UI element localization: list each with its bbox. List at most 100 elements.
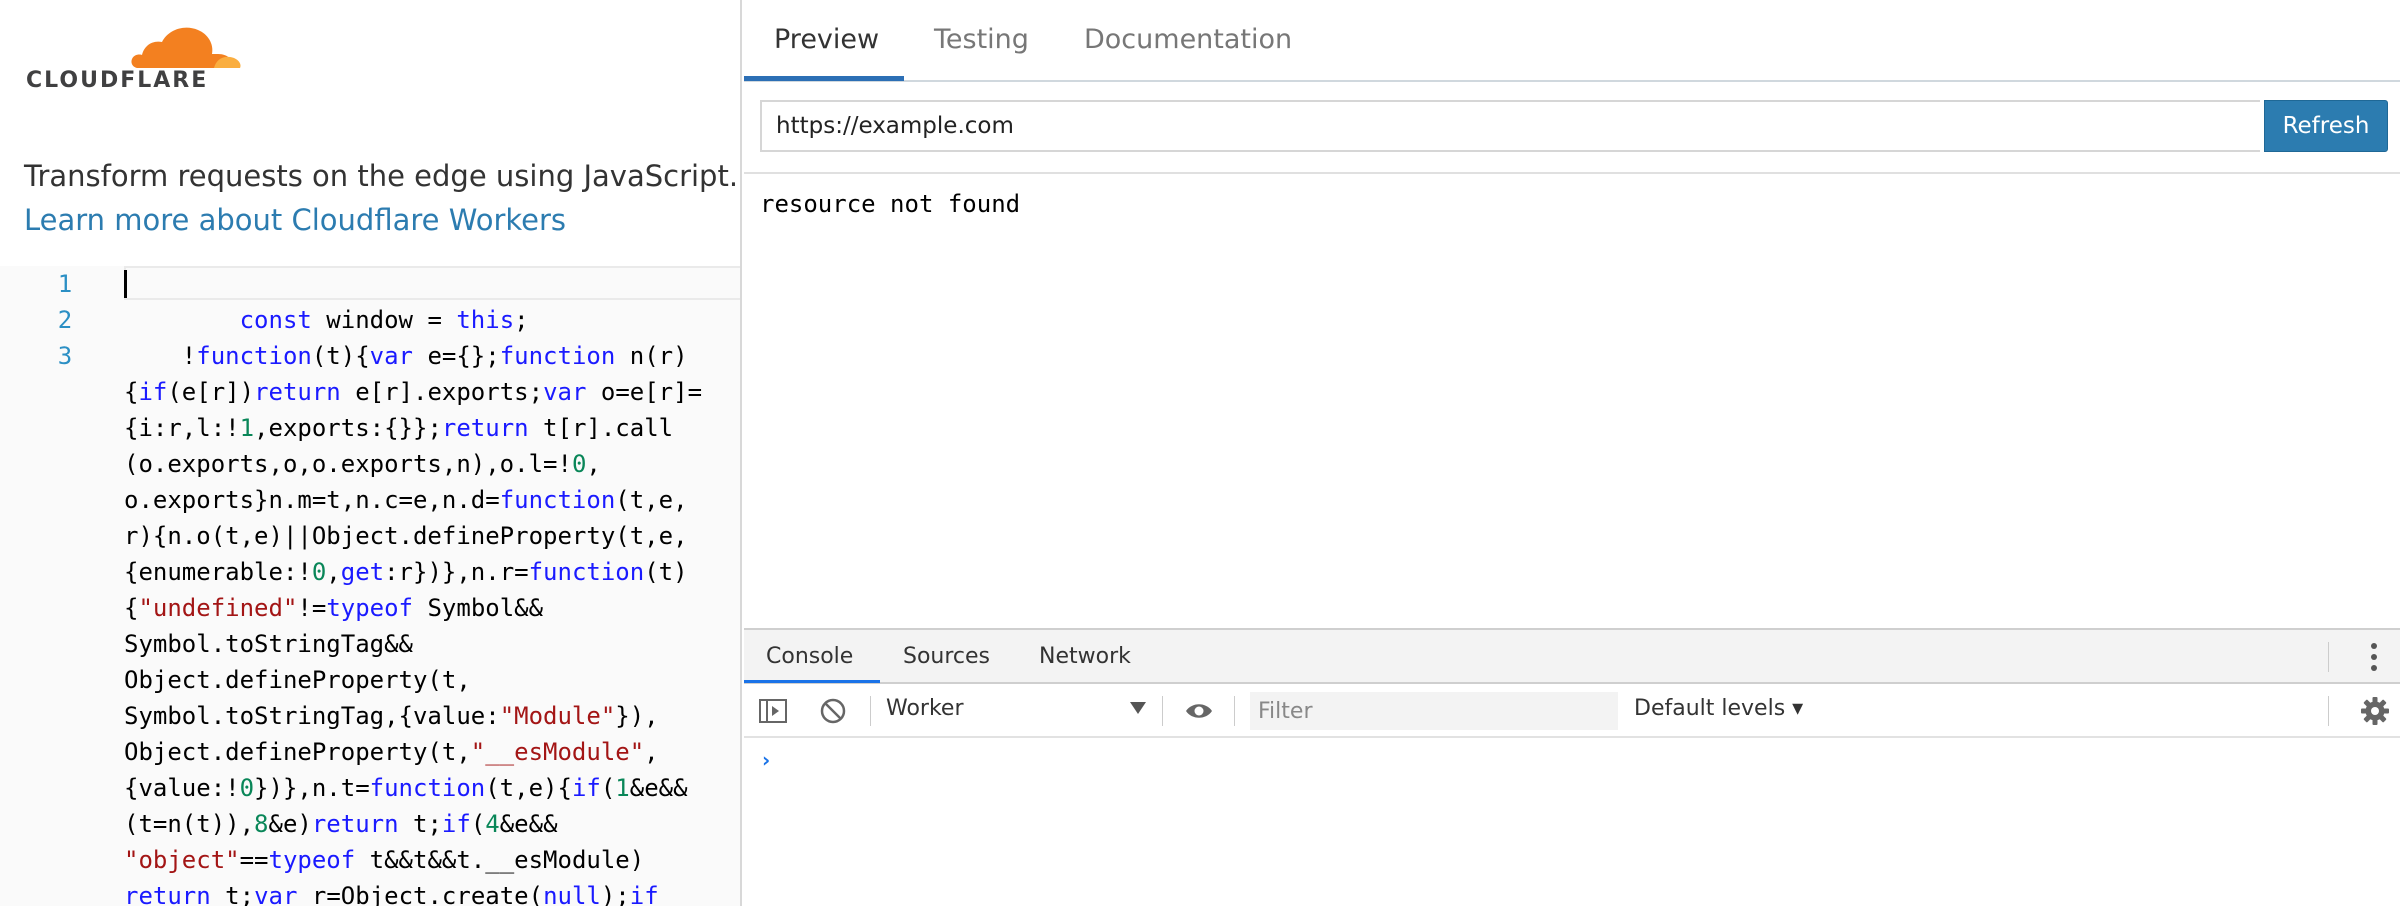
tab-testing[interactable]: Testing — [934, 24, 1029, 55]
code-token: (t) — [644, 558, 688, 586]
code-token: function — [369, 774, 486, 802]
refresh-button[interactable]: Refresh — [2264, 100, 2388, 152]
log-levels-dropdown[interactable]: Default levels ▾ — [1634, 696, 1803, 721]
code-token: 1 — [615, 774, 630, 802]
tab-documentation[interactable]: Documentation — [1084, 24, 1292, 55]
code-content[interactable]: const window = this; !function(t){var e=… — [124, 266, 740, 906]
divider — [2328, 642, 2329, 672]
code-token: ( — [600, 774, 616, 802]
eye-icon[interactable] — [1184, 696, 1214, 726]
code-token: null — [543, 882, 601, 906]
code-token: window = — [311, 306, 457, 334]
code-token: Symbol&& — [413, 594, 544, 622]
code-token: ); — [600, 882, 630, 906]
code-line: {"undefined"!=typeof Symbol&& — [124, 590, 740, 626]
code-token: e[r].exports; — [340, 378, 544, 406]
tab-console[interactable]: Console — [766, 644, 853, 669]
intro-text: Transform requests on the edge using Jav… — [24, 159, 739, 193]
code-token: o=e[r]= — [586, 378, 703, 406]
tab-preview[interactable]: Preview — [774, 24, 879, 55]
code-token: , — [644, 738, 659, 766]
code-token: 8 — [254, 810, 269, 838]
code-token: Object.defineProperty(t, — [124, 666, 471, 694]
learn-more-link[interactable]: Learn more about Cloudflare Workers — [24, 198, 740, 242]
code-token: {i:r,l:! — [124, 414, 240, 442]
tab-sources[interactable]: Sources — [903, 644, 990, 669]
code-token: , — [586, 450, 601, 478]
tab-network[interactable]: Network — [1039, 644, 1131, 669]
code-line: {enumerable:!0,get:r})},n.r=function(t) — [124, 554, 740, 590]
console-toolbar: Worker Default levels ▾ — [744, 684, 2400, 738]
devtools-tabs: Console Sources Network — [744, 630, 2400, 684]
code-token: "undefined" — [138, 594, 298, 622]
code-token: })},n.t= — [254, 774, 370, 802]
line-number: 1 — [57, 270, 73, 298]
code-token: if — [571, 774, 601, 802]
code-token: const — [239, 306, 312, 334]
code-token: function — [499, 486, 616, 514]
code-token: ,exports:{}}; — [254, 414, 442, 442]
code-token: var — [543, 378, 587, 406]
code-token: typeof — [268, 846, 356, 874]
code-line: const window = this; — [124, 302, 740, 338]
code-token: return — [254, 378, 341, 406]
code-token: get — [340, 558, 385, 586]
more-options-icon[interactable] — [2364, 640, 2384, 674]
clear-console-icon[interactable] — [818, 696, 848, 726]
code-token: r=Object.create( — [297, 882, 544, 906]
right-panel: Preview Testing Documentation Refresh re… — [744, 0, 2400, 906]
code-line: {i:r,l:!1,exports:{}};return t[r].call — [124, 410, 740, 446]
code-token: n(r) — [615, 342, 688, 370]
code-token: == — [239, 846, 269, 874]
url-bar: Refresh — [744, 84, 2400, 174]
code-token: }), — [615, 702, 659, 730]
code-token: { — [124, 594, 139, 622]
code-token: return — [441, 414, 529, 442]
code-line: (o.exports,o,o.exports,n),o.l=!0, — [124, 446, 740, 482]
code-token: return — [124, 882, 211, 906]
code-token: var — [369, 342, 413, 370]
code-token: :r})},n.r= — [384, 558, 529, 586]
code-token: "__esModule" — [470, 738, 645, 766]
code-line: {value:!0})},n.t=function(t,e){if(1&e&& — [124, 770, 740, 806]
code-line: {if(e[r])return e[r].exports;var o=e[r]= — [124, 374, 740, 410]
code-token: if — [138, 378, 168, 406]
code-line: Object.defineProperty(t,"__esModule", — [124, 734, 740, 770]
code-token: if — [441, 810, 471, 838]
code-line: Object.defineProperty(t, — [124, 662, 740, 698]
chevron-down-icon[interactable] — [1130, 702, 1146, 714]
code-token: this — [456, 306, 515, 334]
code-token: 4 — [485, 810, 500, 838]
code-editor[interactable]: 123 const window = this; !function(t){va… — [0, 266, 740, 906]
code-token: {value:! — [124, 774, 240, 802]
code-token: &e&& — [629, 774, 688, 802]
code-token: (e[r]) — [167, 378, 255, 406]
url-input[interactable] — [760, 100, 2260, 152]
cloud-icon — [131, 27, 241, 68]
code-token: ; — [514, 306, 529, 334]
code-token: t[r].call — [528, 414, 674, 442]
code-token: t; — [210, 882, 255, 906]
preview-output: resource not found — [760, 190, 1021, 218]
code-token: function — [499, 342, 616, 370]
code-token: t; — [398, 810, 442, 838]
code-line: Symbol.toStringTag&& — [124, 626, 740, 662]
code-token: 0 — [239, 774, 255, 802]
cloudflare-logo: CLOUDFLARE — [26, 24, 241, 96]
preview-tabs: Preview Testing Documentation — [744, 0, 2400, 82]
console-prompt[interactable]: › — [762, 748, 770, 772]
context-select[interactable]: Worker — [886, 696, 964, 721]
code-token: var — [254, 882, 298, 906]
devtools-active-tab-indicator — [744, 680, 880, 683]
code-token: ! — [124, 342, 197, 370]
settings-gear-icon[interactable] — [2360, 696, 2390, 726]
code-token: ( — [470, 810, 486, 838]
code-token: 0 — [311, 558, 327, 586]
code-token: 1 — [239, 414, 255, 442]
filter-input[interactable] — [1250, 692, 1618, 730]
code-token: (t=n(t)), — [124, 810, 255, 838]
code-token: typeof — [326, 594, 414, 622]
show-sidebar-icon[interactable] — [758, 696, 788, 726]
divider — [1162, 696, 1163, 726]
